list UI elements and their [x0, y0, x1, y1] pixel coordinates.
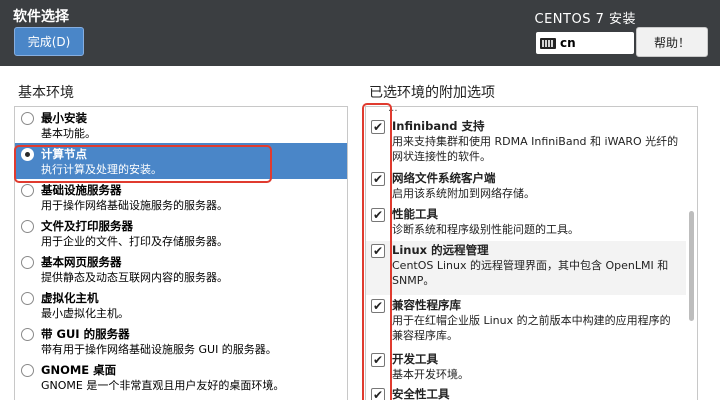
checkbox[interactable]: ✔ [371, 353, 385, 367]
product-title: CENTOS 7 安装 [534, 12, 636, 27]
addon-name: 性能工具 [392, 207, 438, 221]
addon-name: Linux 的远程管理 [392, 243, 489, 257]
addon-desc: 用于在红帽企业版 Linux 的之前版本中构建的应用程序的 [392, 314, 671, 327]
addon-desc: 网状连接性的软件。 [392, 150, 491, 163]
env-desc: 用于企业的文件、打印及存储服务器。 [41, 235, 228, 248]
radio-button[interactable] [21, 256, 34, 269]
env-item-minimal[interactable]: 最小安装 基本功能。 [15, 107, 347, 143]
addon-desc: 诊断系统和程序级别性能问题的工具。 [392, 223, 579, 236]
checkbox[interactable]: ✔ [371, 244, 385, 258]
addon-item-performance-tools[interactable]: ✔ 性能工具 诊断系统和程序级别性能问题的工具。 [366, 205, 686, 241]
env-name: 虚拟化主机 [41, 291, 99, 305]
checkbox[interactable]: ✔ [371, 172, 385, 186]
addon-name: 网络文件系统客户端 [392, 171, 496, 185]
clipped-item-text: ... [388, 106, 398, 114]
addon-item-remote-management[interactable]: ✔ Linux 的远程管理 CentOS Linux 的远程管理界面，其中包含 … [366, 241, 686, 295]
addon-desc: 用来支持集群和使用 RDMA InfiniBand 和 iWARO 光纤的 [392, 135, 679, 148]
done-button[interactable]: 完成(D) [14, 27, 84, 56]
addon-name: 安全性工具 [392, 387, 450, 400]
addon-desc: 基本开发环境。 [392, 368, 469, 381]
radio-button[interactable] [21, 148, 34, 161]
env-desc: 基本功能。 [41, 127, 96, 140]
env-name: 最小安装 [41, 111, 87, 125]
addon-item-nfs-client[interactable]: ✔ 网络文件系统客户端 启用该系统附加到网络存储。 [366, 169, 686, 205]
env-name: 带 GUI 的服务器 [41, 327, 130, 341]
radio-button[interactable] [21, 292, 34, 305]
addon-desc: SNMP。 [392, 274, 435, 287]
keyboard-icon [540, 37, 556, 49]
addons-list: ... ✔ Infiniband 支持 用来支持集群和使用 RDMA Infin… [365, 106, 698, 400]
env-item-server-with-gui[interactable]: 带 GUI 的服务器 带有用于操作网络基础设施服务 GUI 的服务器。 [15, 323, 347, 359]
radio-button[interactable] [21, 364, 34, 377]
env-item-file-print-server[interactable]: 文件及打印服务器 用于企业的文件、打印及存储服务器。 [15, 215, 347, 251]
keyboard-layout-label: cn [560, 36, 576, 50]
addon-desc: 启用该系统附加到网络存储。 [392, 187, 535, 200]
checkbox[interactable]: ✔ [371, 388, 385, 400]
radio-button[interactable] [21, 112, 34, 125]
env-desc: GNOME 是一个非常直观且用户友好的桌面环境。 [41, 379, 285, 392]
addon-item-infiniband[interactable]: ✔ Infiniband 支持 用来支持集群和使用 RDMA InfiniBan… [366, 117, 686, 173]
env-name: 计算节点 [41, 147, 87, 161]
addon-desc: CentOS Linux 的远程管理界面，其中包含 OpenLMI 和 [392, 259, 669, 272]
env-name: 基础设施服务器 [41, 183, 122, 197]
page-title: 软件选择 [13, 9, 69, 25]
addon-desc: 兼容程序库。 [392, 329, 458, 342]
env-desc: 提供静态及动态互联网内容的服务器。 [41, 271, 228, 284]
top-bar: 软件选择 完成(D) CENTOS 7 安装 cn 帮助！ [0, 0, 720, 66]
env-desc: 最小虚拟化主机。 [41, 307, 129, 320]
radio-button[interactable] [21, 184, 34, 197]
checkbox[interactable]: ✔ [371, 120, 385, 134]
addon-name: 兼容性程序库 [392, 298, 461, 312]
base-environment-heading: 基本环境 [18, 85, 74, 101]
help-button[interactable]: 帮助！ [636, 27, 708, 57]
env-name: 文件及打印服务器 [41, 219, 133, 233]
env-desc: 带有用于操作网络基础设施服务 GUI 的服务器。 [41, 343, 277, 356]
env-name: GNOME 桌面 [41, 363, 117, 377]
radio-button[interactable] [21, 328, 34, 341]
env-item-infrastructure-server[interactable]: 基础设施服务器 用于操作网络基础设施服务的服务器。 [15, 179, 347, 215]
addon-name: 开发工具 [392, 352, 438, 366]
env-item-web-server[interactable]: 基本网页服务器 提供静态及动态互联网内容的服务器。 [15, 251, 347, 287]
base-environment-list: 最小安装 基本功能。 计算节点 执行计算及处理的安装。 基础设施服务器 用于操作… [14, 106, 348, 400]
env-item-gnome-desktop[interactable]: GNOME 桌面 GNOME 是一个非常直观且用户友好的桌面环境。 [15, 359, 347, 395]
addon-item-security-tools[interactable]: ✔ 安全性工具 [366, 385, 686, 400]
addons-scrollbar[interactable] [689, 211, 694, 321]
env-item-compute-node[interactable]: 计算节点 执行计算及处理的安装。 [15, 143, 347, 179]
addon-item-compat-libraries[interactable]: ✔ 兼容性程序库 用于在红帽企业版 Linux 的之前版本中构建的应用程序的 兼… [366, 296, 686, 350]
addon-name: Infiniband 支持 [392, 119, 485, 133]
addon-item-development-tools[interactable]: ✔ 开发工具 基本开发环境。 [366, 350, 686, 386]
env-desc: 执行计算及处理的安装。 [41, 163, 162, 176]
radio-button[interactable] [21, 220, 34, 233]
env-name: 基本网页服务器 [41, 255, 122, 269]
checkbox[interactable]: ✔ [371, 208, 385, 222]
env-desc: 用于操作网络基础设施服务的服务器。 [41, 199, 228, 212]
addons-heading: 已选环境的附加选项 [369, 85, 495, 101]
env-item-virtualization-host[interactable]: 虚拟化主机 最小虚拟化主机。 [15, 287, 347, 323]
checkbox[interactable]: ✔ [371, 299, 385, 313]
keyboard-layout-indicator[interactable]: cn [536, 32, 634, 54]
